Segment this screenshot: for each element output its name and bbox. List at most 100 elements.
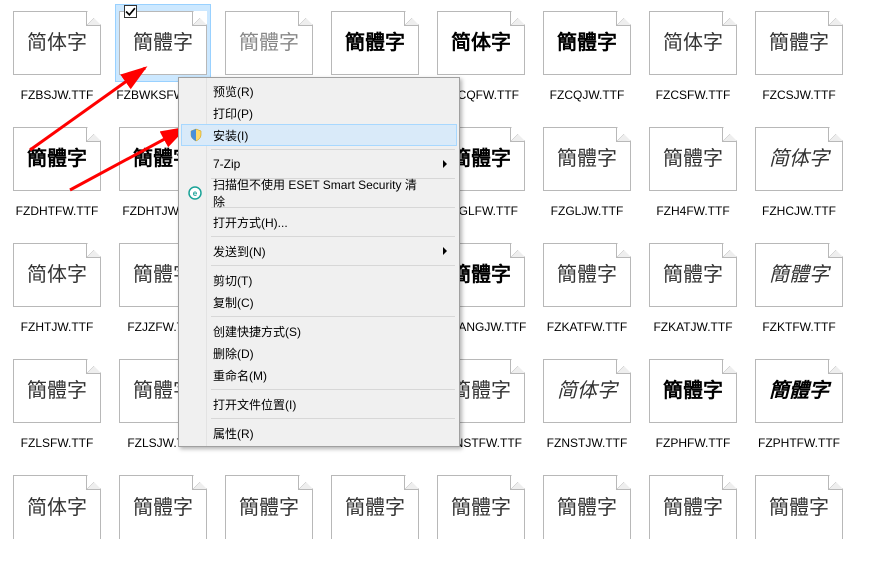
- file-name-label: FZNSTJW.TTF: [547, 436, 628, 450]
- menu-item-label: 打开方式(H)...: [213, 214, 288, 231]
- menu-item-label: 剪切(T): [213, 272, 252, 289]
- file-item[interactable]: 简体字FZHTJW.TTF: [4, 234, 110, 350]
- menu-item-label: 7-Zip: [213, 157, 240, 171]
- file-thumbnail: 簡體字: [327, 468, 423, 546]
- file-thumbnail: 簡體字: [539, 120, 635, 198]
- file-item[interactable]: 簡體字 FZGLJW.TTF: [534, 118, 640, 234]
- file-name-label: FZCSFW.TTF: [656, 88, 731, 102]
- menu-item-label: 发送到(N): [213, 243, 266, 260]
- file-thumbnail: 简体字: [539, 352, 635, 430]
- file-item[interactable]: 簡體字 FZKATFW.TTF: [534, 234, 640, 350]
- file-item[interactable]: 简体字FZHCJW.TTF: [746, 118, 852, 234]
- file-thumbnail: 簡體字: [645, 120, 741, 198]
- menu-item-label: 预览(R): [213, 83, 254, 100]
- menu-item[interactable]: e扫描但不使用 ESET Smart Security 清除: [181, 182, 457, 204]
- file-thumbnail: 簡體字: [221, 4, 317, 82]
- font-preview-text: 简体字: [557, 381, 617, 401]
- font-preview-text: 簡體字: [557, 265, 617, 285]
- font-preview-text: 簡體字: [133, 498, 193, 518]
- menu-item-label: 打印(P): [213, 105, 253, 122]
- file-item[interactable]: 简体字 FZCSFW.TTF: [640, 2, 746, 118]
- font-preview-text: 简体字: [769, 149, 829, 169]
- menu-item[interactable]: 打开方式(H)...: [181, 211, 457, 233]
- menu-item[interactable]: 安装(I): [181, 124, 457, 146]
- file-item[interactable]: 簡體字 FZH4FW.TTF: [640, 118, 746, 234]
- file-item[interactable]: 簡體字FZLSFW.TTF: [4, 350, 110, 466]
- selection-checkbox[interactable]: [124, 5, 137, 18]
- menu-item[interactable]: 打印(P): [181, 102, 457, 124]
- file-item[interactable]: 簡體字: [534, 466, 640, 582]
- font-preview-text: 簡體字: [239, 498, 299, 518]
- file-item[interactable]: 简体字: [4, 466, 110, 582]
- file-thumbnail: 簡體字: [221, 468, 317, 546]
- font-preview-text: 簡體字: [239, 33, 299, 53]
- file-name-label: FZCSJW.TTF: [762, 88, 835, 102]
- font-preview-text: 簡體字: [27, 381, 87, 401]
- file-item[interactable]: 簡體字 FZCSJW.TTF: [746, 2, 852, 118]
- menu-separator: [211, 316, 455, 317]
- file-name-label: FZGLJW.TTF: [551, 204, 624, 218]
- font-preview-text: 簡體字: [557, 498, 617, 518]
- font-preview-text: 簡體字: [663, 498, 723, 518]
- file-item[interactable]: 簡體字: [746, 466, 852, 582]
- font-preview-text: 簡體字: [663, 265, 723, 285]
- file-thumbnail: 簡體字: [751, 352, 847, 430]
- file-item[interactable]: 简体字 FZNSTJW.TTF: [534, 350, 640, 466]
- file-thumbnail: 簡體字: [9, 120, 105, 198]
- menu-item[interactable]: 7-Zip: [181, 153, 457, 175]
- menu-item[interactable]: 发送到(N): [181, 240, 457, 262]
- file-thumbnail: 簡體字: [539, 236, 635, 314]
- file-thumbnail: 簡體字: [645, 352, 741, 430]
- file-name-label: FZBSJW.TTF: [21, 88, 94, 102]
- file-name-label: FZCQJW.TTF: [550, 88, 625, 102]
- file-thumbnail: 简体字: [9, 236, 105, 314]
- menu-item[interactable]: 剪切(T): [181, 269, 457, 291]
- menu-item[interactable]: 属性(R): [181, 422, 457, 444]
- menu-item[interactable]: 预览(R): [181, 80, 457, 102]
- context-menu: 预览(R)打印(P)安装(I)7-Zipe扫描但不使用 ESET Smart S…: [178, 77, 460, 447]
- menu-separator: [211, 149, 455, 150]
- file-item[interactable]: 簡體字FZKATJW.TTF: [640, 234, 746, 350]
- svg-text:e: e: [193, 189, 198, 198]
- file-name-label: FZPHFW.TTF: [656, 436, 731, 450]
- file-item[interactable]: 簡體字FZPHTFW.TTF: [746, 350, 852, 466]
- menu-item-label: 打开文件位置(I): [213, 396, 296, 413]
- file-item[interactable]: 簡體字 FZCQJW.TTF: [534, 2, 640, 118]
- font-preview-text: 簡體字: [557, 33, 617, 53]
- file-item[interactable]: 簡體字: [428, 466, 534, 582]
- file-item[interactable]: 簡體字: [640, 466, 746, 582]
- font-preview-text: 簡體字: [27, 149, 87, 169]
- menu-item[interactable]: 重命名(M): [181, 364, 457, 386]
- file-thumbnail: 簡體字: [645, 468, 741, 546]
- font-preview-text: 简体字: [27, 498, 87, 518]
- file-thumbnail: 簡體字: [751, 236, 847, 314]
- file-item[interactable]: 簡體字: [110, 466, 216, 582]
- menu-item-label: 重命名(M): [213, 367, 267, 384]
- file-thumbnail: 簡體字: [539, 4, 635, 82]
- file-name-label: FZKATFW.TTF: [547, 320, 627, 334]
- font-preview-text: 简体字: [663, 33, 723, 53]
- menu-item[interactable]: 复制(C): [181, 291, 457, 313]
- file-item[interactable]: 簡體字 FZKTFW.TTF: [746, 234, 852, 350]
- menu-item-label: 扫描但不使用 ESET Smart Security 清除: [213, 176, 427, 210]
- font-preview-text: 簡體字: [663, 381, 723, 401]
- file-thumbnail: 簡體字: [539, 468, 635, 546]
- file-item[interactable]: 簡體字: [322, 466, 428, 582]
- menu-item[interactable]: 删除(D): [181, 342, 457, 364]
- menu-item[interactable]: 创建快捷方式(S): [181, 320, 457, 342]
- font-preview-text: 簡體字: [451, 498, 511, 518]
- menu-item-label: 安装(I): [213, 127, 248, 144]
- font-preview-text: 簡體字: [451, 149, 511, 169]
- font-preview-text: 簡體字: [769, 33, 829, 53]
- file-name-label: FZH4FW.TTF: [656, 204, 729, 218]
- menu-item-label: 删除(D): [213, 345, 254, 362]
- file-item[interactable]: 简体字FZBSJW.TTF: [4, 2, 110, 118]
- submenu-arrow-icon: [443, 247, 447, 255]
- menu-separator: [211, 265, 455, 266]
- file-item[interactable]: 簡體字FZDHTFW.TTF: [4, 118, 110, 234]
- file-item[interactable]: 簡體字: [216, 466, 322, 582]
- menu-item[interactable]: 打开文件位置(I): [181, 393, 457, 415]
- file-item[interactable]: 簡體字 FZPHFW.TTF: [640, 350, 746, 466]
- file-name-label: FZKTFW.TTF: [762, 320, 835, 334]
- file-thumbnail: 简体字: [645, 4, 741, 82]
